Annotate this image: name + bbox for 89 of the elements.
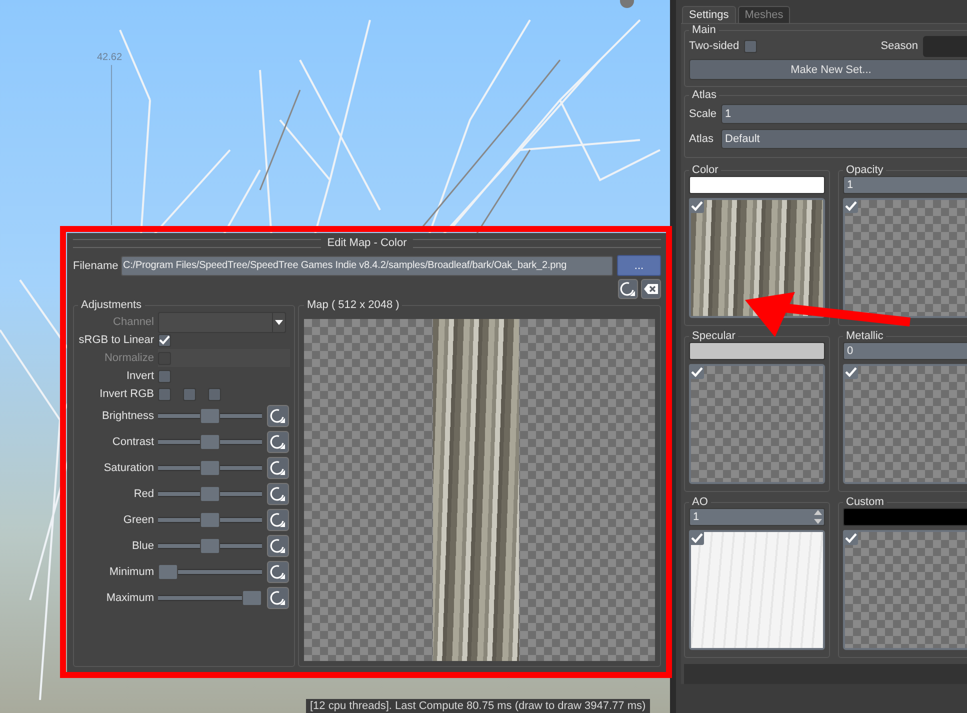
reset-button[interactable] <box>267 561 289 583</box>
reset-button[interactable] <box>267 457 289 479</box>
checkbox[interactable] <box>689 198 704 213</box>
measurement-label: 42.62 <box>97 52 122 63</box>
channel-label: Channel <box>112 316 154 328</box>
reset-icon <box>270 564 286 580</box>
slider-label: Contrast <box>111 436 154 448</box>
map-slot-title: Metallic <box>845 330 884 342</box>
reset-icon <box>270 538 286 554</box>
checkbox[interactable] <box>843 530 858 545</box>
map-slot-title: Color <box>691 164 720 176</box>
filename-field[interactable]: C:/Program Files/SpeedTree/SpeedTree Games Indie v8.4.2/samples/Broadleaf/bark/Oak_bark_2.png <box>121 256 613 276</box>
title-bar-grip[interactable] <box>412 238 662 248</box>
color-swatch[interactable] <box>843 508 967 526</box>
slider-label: Maximum <box>105 592 154 604</box>
reset-icon <box>270 434 286 450</box>
map-slot-title: Specular <box>691 330 736 342</box>
input-field[interactable]: 0 <box>843 342 967 360</box>
checkbox[interactable] <box>843 364 858 379</box>
group-title: Atlas <box>691 89 718 101</box>
slider-label: Minimum <box>108 566 154 578</box>
make-new-set-button[interactable]: Make New Set... <box>689 59 967 80</box>
browse-button[interactable]: ... <box>617 255 661 276</box>
checkbox[interactable] <box>744 40 758 52</box>
color-swatch[interactable] <box>689 342 825 360</box>
checkbox[interactable] <box>158 334 171 346</box>
checkbox[interactable] <box>183 388 196 400</box>
clear-button[interactable] <box>641 279 661 299</box>
filename-label: Filename <box>73 260 117 272</box>
slider-thumb[interactable] <box>200 434 220 450</box>
reset-button[interactable] <box>267 405 289 427</box>
reset-icon <box>620 281 636 297</box>
reset-button[interactable] <box>267 587 289 609</box>
checkbox-label: Normalize <box>103 352 154 364</box>
tab[interactable]: Meshes <box>738 6 790 23</box>
input-field[interactable]: 1 <box>843 176 967 194</box>
checkbox[interactable] <box>208 388 221 400</box>
group-title: Main <box>691 24 717 36</box>
slider-thumb[interactable] <box>200 486 220 502</box>
reset-button[interactable] <box>267 431 289 453</box>
checkbox-label: sRGB to Linear <box>78 334 154 346</box>
caret-icon <box>275 320 283 325</box>
color-swatch[interactable] <box>689 176 825 194</box>
map-slot-title: Custom <box>845 496 885 508</box>
title-bar-grip[interactable] <box>73 238 322 248</box>
spinner-arrows-icon[interactable] <box>813 508 823 526</box>
field-label: Scale <box>689 108 717 120</box>
slider-label: Red <box>132 488 154 500</box>
checkbox[interactable] <box>689 530 704 545</box>
dialog-title: Edit Map - Color <box>327 237 407 249</box>
checkbox[interactable] <box>689 364 704 379</box>
slider-thumb[interactable] <box>200 512 220 528</box>
map-slot-title: AO <box>691 496 709 508</box>
slider-label: Blue <box>130 540 154 552</box>
checkbox[interactable] <box>158 388 171 400</box>
tab[interactable]: Settings <box>682 6 736 23</box>
map-title: Map ( 512 x 2048 ) <box>306 299 400 311</box>
adjustments-title: Adjustments <box>80 299 143 311</box>
slider-thumb[interactable] <box>242 590 262 606</box>
input-field[interactable]: Default <box>721 128 967 148</box>
reset-button[interactable] <box>618 279 638 299</box>
checkbox[interactable] <box>843 198 858 213</box>
reset-icon <box>270 460 286 476</box>
field-label: Atlas <box>689 132 714 144</box>
reset-icon <box>270 408 286 424</box>
slider-thumb[interactable] <box>158 564 178 580</box>
season-label: Season <box>880 40 918 52</box>
reset-icon <box>270 590 286 606</box>
checkbox-label: Invert RGB <box>98 388 154 400</box>
season-field[interactable] <box>923 36 967 56</box>
slider-thumb[interactable] <box>200 408 220 424</box>
input-field[interactable]: 1 <box>721 104 967 124</box>
slider-label: Saturation <box>102 462 154 474</box>
two-sided-label: Two-sided <box>689 40 740 52</box>
backspace-icon <box>643 283 659 295</box>
slider-label: Green <box>122 514 154 526</box>
slider-label: Brightness <box>101 410 154 422</box>
reset-button[interactable] <box>267 509 289 531</box>
reset-icon <box>270 486 286 502</box>
reset-button[interactable] <box>267 535 289 557</box>
checkbox-label: Invert <box>125 370 154 382</box>
slider-thumb[interactable] <box>200 538 220 554</box>
map-slot-title: Opacity <box>845 164 884 176</box>
checkbox[interactable] <box>158 370 171 382</box>
status-text: [12 cpu threads]. Last Compute 80.75 ms (draw to draw 3947.77 ms) <box>306 699 650 713</box>
reset-button[interactable] <box>267 483 289 505</box>
spin-field[interactable]: 1 <box>689 508 825 526</box>
reset-icon <box>270 512 286 528</box>
slider-thumb[interactable] <box>200 460 220 476</box>
